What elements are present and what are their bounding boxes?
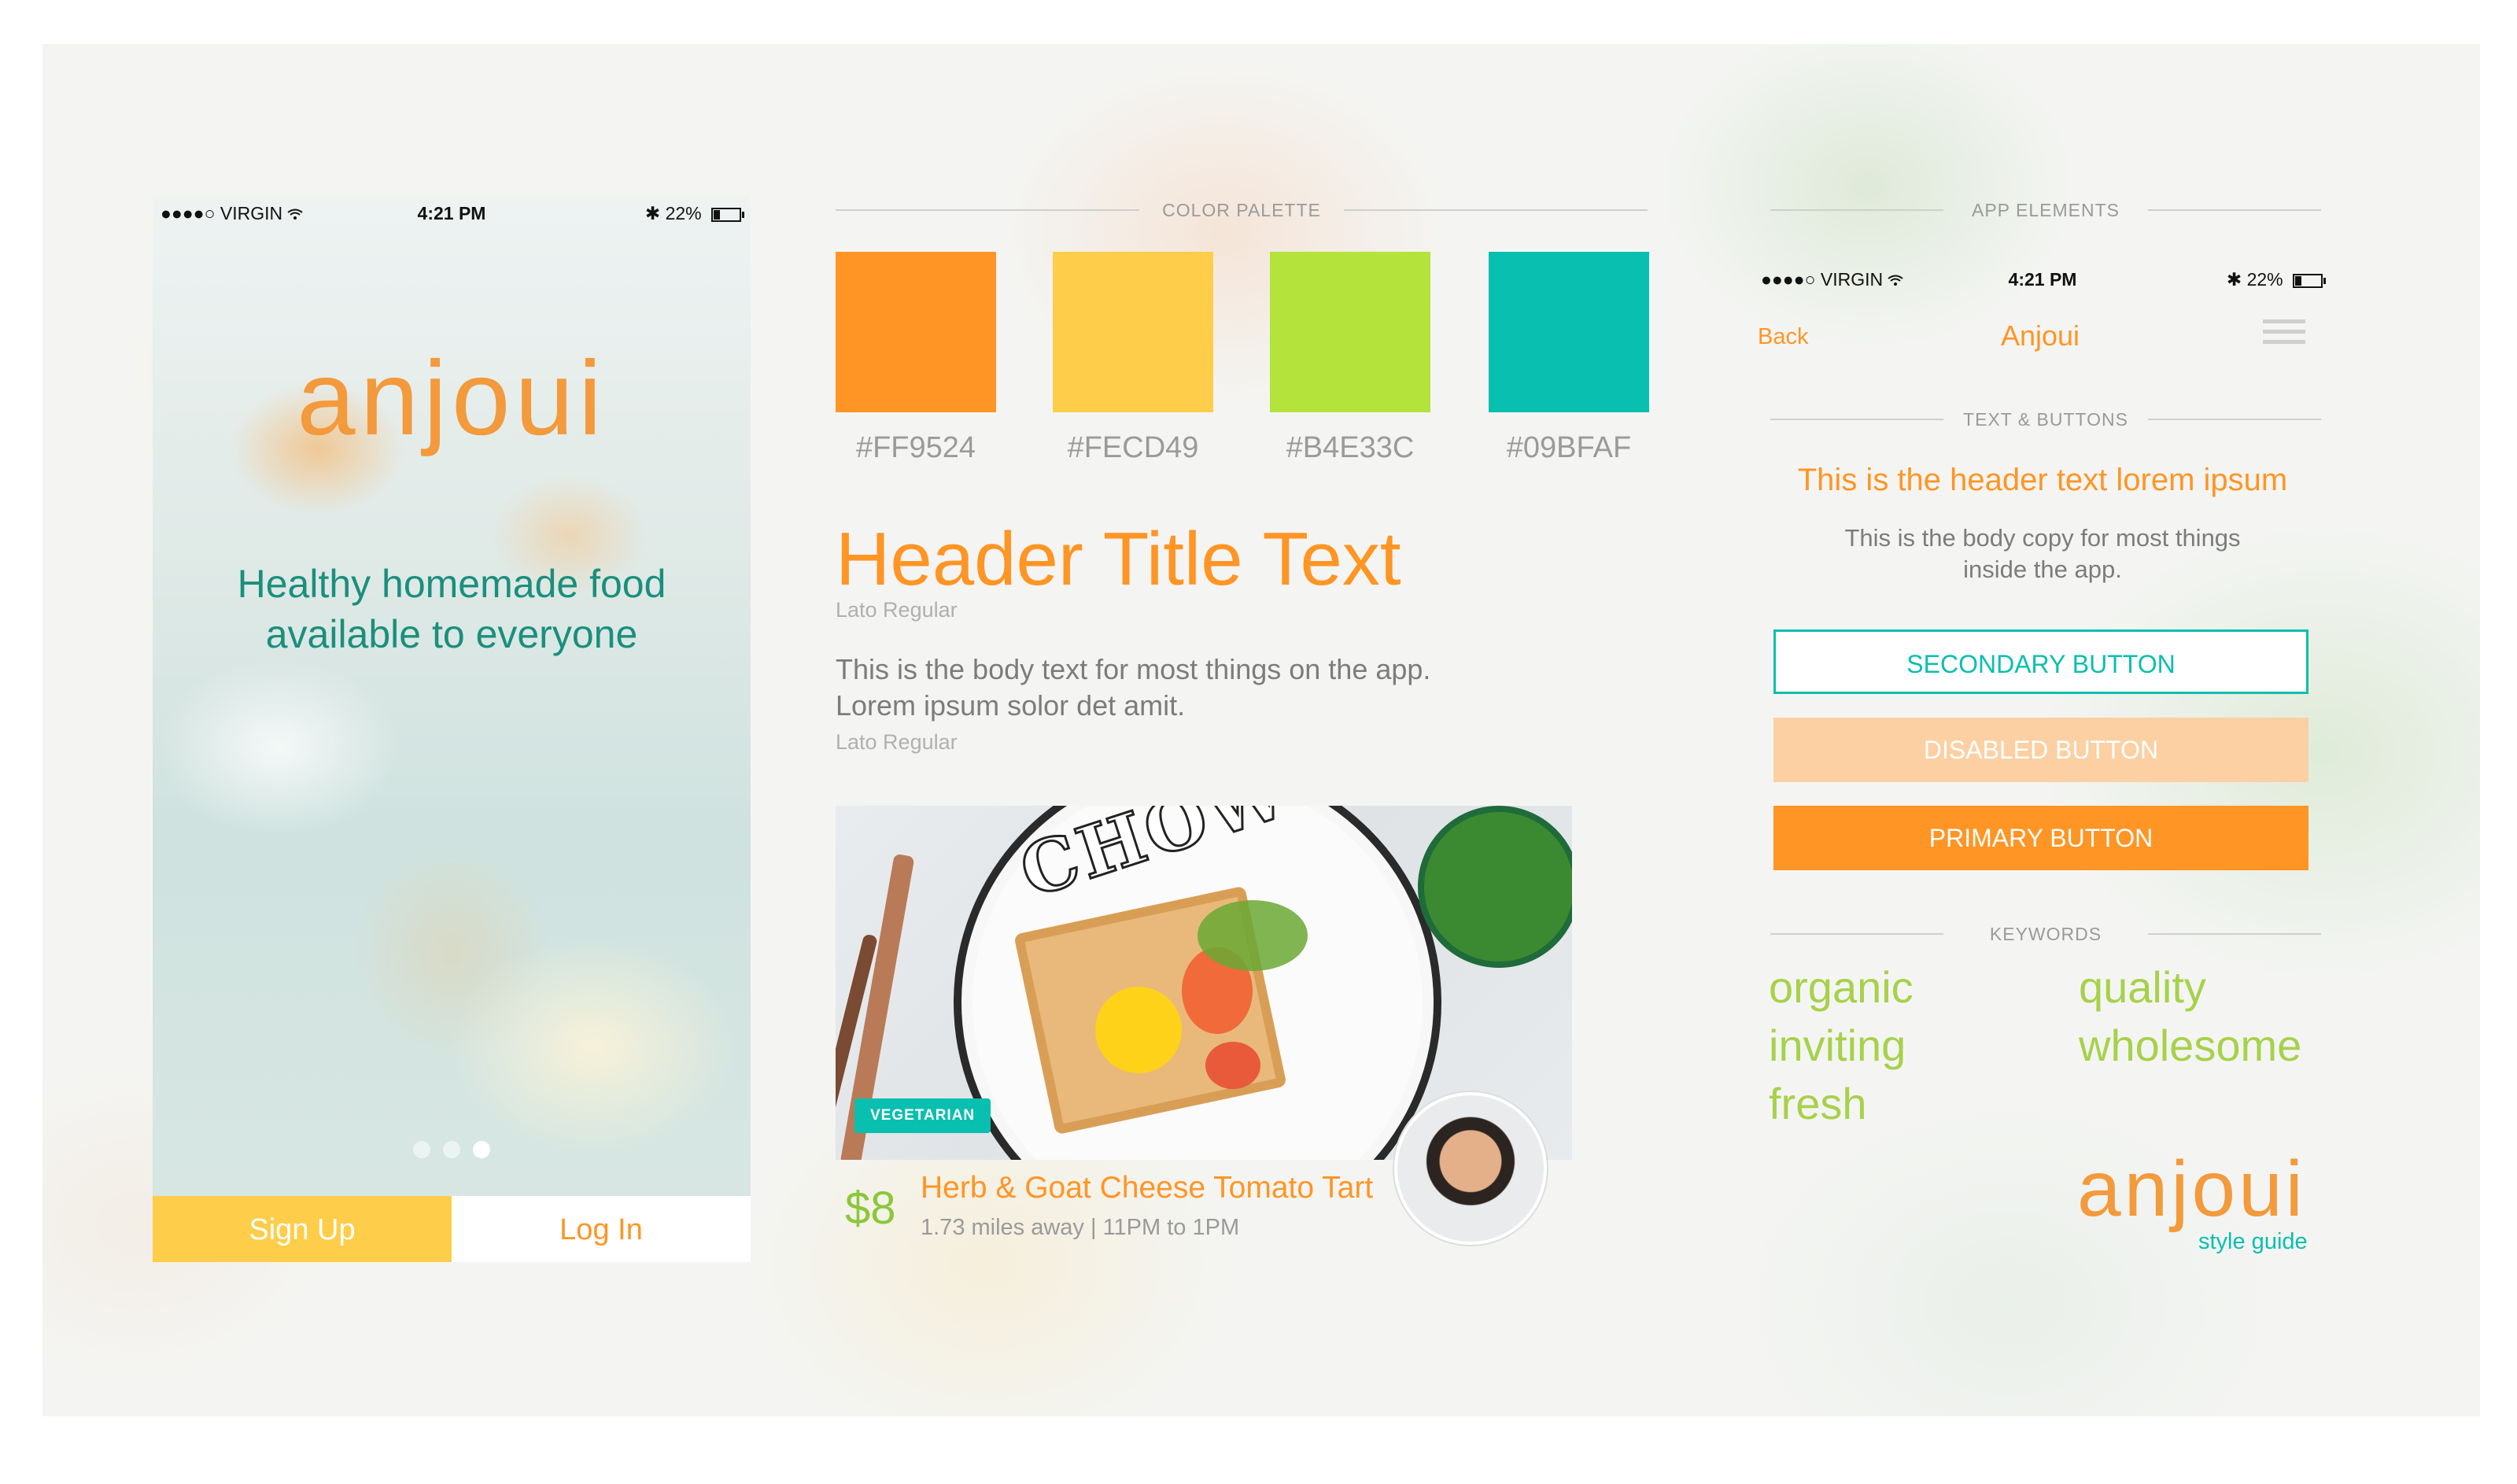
battery-percent-sample: 22% bbox=[2246, 269, 2283, 290]
tagline: Healthy homemade food available to every… bbox=[153, 559, 751, 659]
color-palette-heading: COLOR PALETTE bbox=[836, 200, 1648, 220]
chef-avatar[interactable] bbox=[1394, 1092, 1547, 1245]
bluetooth-icon: ✱ bbox=[2226, 269, 2242, 290]
status-right-sample: ✱ 22% bbox=[2226, 269, 2326, 290]
status-bar-sample: ●●●●○ VIRGIN 4:21 PM ✱ 22% bbox=[1753, 263, 2332, 294]
header-text-sample: This is the header text lorem ipsum bbox=[1797, 463, 2288, 497]
color-swatch bbox=[836, 252, 996, 412]
battery-percent: 22% bbox=[665, 203, 702, 223]
tomato-slice-illustration bbox=[1205, 1042, 1260, 1089]
secondary-button[interactable]: SECONDARY BUTTON bbox=[1773, 629, 2308, 694]
log-in-button[interactable]: Log In bbox=[452, 1196, 751, 1262]
status-right: ✱ 22% bbox=[644, 203, 744, 224]
nav-title: Anjoui bbox=[2000, 319, 2080, 352]
disabled-button: DISABLED BUTTON bbox=[1773, 718, 2308, 782]
body-copy-line-1: This is the body copy for most things bbox=[1844, 524, 2241, 552]
app-elements-heading: APP ELEMENTS bbox=[1770, 200, 2321, 220]
app-elements-title: APP ELEMENTS bbox=[1972, 200, 2120, 220]
color-swatch-label: #FECD49 bbox=[1067, 431, 1199, 464]
body-font-note: Lato Regular bbox=[836, 730, 958, 754]
keyword-organic: organic bbox=[1769, 962, 1914, 1012]
color-swatch-label: #FF9524 bbox=[855, 431, 976, 464]
carousel-dots bbox=[153, 1141, 751, 1162]
color-swatch bbox=[1270, 252, 1430, 412]
carousel-dot[interactable] bbox=[413, 1141, 430, 1158]
keywords-heading: KEYWORDS bbox=[1770, 924, 2321, 944]
keyword-fresh: fresh bbox=[1769, 1079, 1867, 1128]
color-swatch bbox=[1489, 252, 1649, 412]
color-swatch-label: #09BFAF bbox=[1506, 431, 1632, 464]
app-logo: anjoui bbox=[297, 340, 607, 457]
carousel-dot[interactable] bbox=[443, 1141, 460, 1158]
text-buttons-title: TEXT & BUTTONS bbox=[1963, 409, 2128, 430]
header-title-sample: Header Title Text bbox=[836, 517, 1401, 601]
body-copy-line-2: inside the app. bbox=[1963, 556, 2122, 583]
tagline-line-2: available to everyone bbox=[265, 612, 638, 656]
body-text-line-2: Lorem ipsum solor det amit. bbox=[836, 689, 1186, 722]
battery-icon bbox=[711, 207, 744, 222]
dish-price: $8 bbox=[845, 1183, 896, 1234]
body-copy-sample: This is the body copy for most things in… bbox=[1753, 522, 2332, 585]
color-swatch-label: #B4E33C bbox=[1286, 431, 1415, 464]
tagline-line-1: Healthy homemade food bbox=[237, 562, 666, 606]
phone-splash-screen: ●●●●○ VIRGIN 4:21 PM ✱ 22% anjoui Health… bbox=[153, 197, 751, 1262]
dish-name[interactable]: Herb & Goat Cheese Tomato Tart bbox=[921, 1171, 1373, 1205]
dish-meta: 1.73 miles away | 11PM to 1PM bbox=[921, 1215, 1240, 1240]
color-palette-title: COLOR PALETTE bbox=[1162, 200, 1321, 220]
carousel-dot[interactable] bbox=[473, 1141, 490, 1158]
bluetooth-icon: ✱ bbox=[644, 203, 661, 223]
keyword-quality: quality bbox=[2079, 962, 2206, 1012]
hamburger-menu-icon[interactable] bbox=[2263, 319, 2305, 351]
battery-icon bbox=[2293, 273, 2326, 288]
text-buttons-heading: TEXT & BUTTONS bbox=[1770, 409, 2321, 430]
sign-up-button[interactable]: Sign Up bbox=[153, 1196, 452, 1262]
salad-bowl-illustration bbox=[1418, 806, 1572, 968]
greens-illustration bbox=[1198, 900, 1308, 971]
keyword-wholesome: wholesome bbox=[2079, 1021, 2302, 1070]
color-swatch bbox=[1053, 252, 1213, 412]
status-bar: ●●●●○ VIRGIN 4:21 PM ✱ 22% bbox=[153, 197, 751, 228]
style-guide-logo: anjoui bbox=[2077, 1145, 2306, 1233]
style-guide-subtitle: style guide bbox=[2198, 1229, 2308, 1254]
body-text-sample: This is the body text for most things on… bbox=[836, 652, 1528, 724]
primary-button[interactable]: PRIMARY BUTTON bbox=[1773, 806, 2308, 870]
vegetarian-tag: VEGETARIAN bbox=[854, 1098, 991, 1133]
egg-yolk-illustration bbox=[1095, 987, 1182, 1073]
header-font-note: Lato Regular bbox=[836, 598, 958, 622]
keyword-inviting: inviting bbox=[1769, 1021, 1906, 1070]
nav-bar-sample: Back Anjoui bbox=[1753, 319, 2327, 367]
keywords-title: KEYWORDS bbox=[1989, 924, 2102, 944]
body-text-line-1: This is the body text for most things on… bbox=[836, 653, 1431, 685]
